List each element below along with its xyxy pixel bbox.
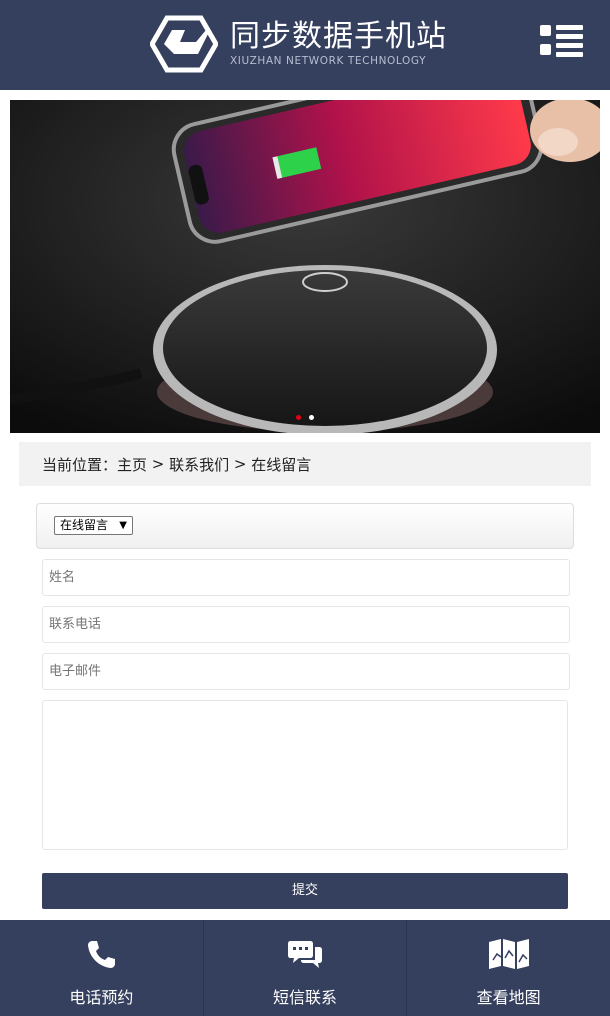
chat-bubbles-icon	[288, 941, 322, 968]
hexagon-logo-icon	[150, 15, 218, 73]
header: 同步数据手机站 XIUZHAN NETWORK TECHNOLOGY	[0, 0, 610, 90]
site-subtitle: XIUZHAN NETWORK TECHNOLOGY	[230, 55, 427, 67]
category-select[interactable]: 在线留言 ▼	[54, 516, 133, 535]
breadcrumb-current[interactable]: 在线留言	[251, 454, 311, 475]
dropdown-arrow-icon: ▼	[119, 520, 127, 531]
nav-label: 短信联系	[273, 988, 338, 1007]
breadcrumb-contact[interactable]: 联系我们	[169, 454, 229, 475]
phone-icon	[88, 941, 116, 968]
nav-sms-contact[interactable]: 短信联系	[204, 920, 408, 1016]
category-select-bar: 在线留言 ▼	[36, 503, 574, 549]
folded-map-icon	[488, 939, 529, 969]
breadcrumb-separator: >	[229, 455, 252, 473]
site-title: 同步数据手机站	[230, 19, 447, 54]
category-select-value: 在线留言	[60, 518, 109, 532]
email-input[interactable]	[42, 653, 570, 690]
breadcrumb-separator: >	[147, 455, 170, 473]
phone-input[interactable]	[42, 606, 570, 643]
submit-button[interactable]: 提交	[42, 873, 568, 909]
list-menu-icon[interactable]	[540, 24, 584, 58]
banner-slider[interactable]	[10, 100, 600, 433]
breadcrumb-label: 当前位置：	[42, 455, 118, 474]
nav-label: 电话预约	[69, 988, 134, 1007]
slider-dot[interactable]	[309, 415, 314, 420]
breadcrumb-home[interactable]: 主页	[117, 454, 147, 475]
nav-view-map[interactable]: 查看地图	[407, 920, 610, 1016]
nav-phone-booking[interactable]: 电话预约	[0, 920, 204, 1016]
slider-dot[interactable]	[296, 415, 301, 420]
banner-image	[10, 100, 600, 433]
breadcrumb: 当前位置： 主页 > 联系我们 > 在线留言	[19, 442, 591, 486]
bottom-nav: 电话预约 短信联系 查看地图	[0, 920, 610, 1016]
slider-dots	[10, 415, 600, 420]
message-textarea[interactable]	[42, 700, 568, 850]
nav-label: 查看地图	[476, 988, 541, 1007]
logo[interactable]: 同步数据手机站 XIUZHAN NETWORK TECHNOLOGY	[150, 14, 470, 74]
name-input[interactable]	[42, 559, 570, 596]
